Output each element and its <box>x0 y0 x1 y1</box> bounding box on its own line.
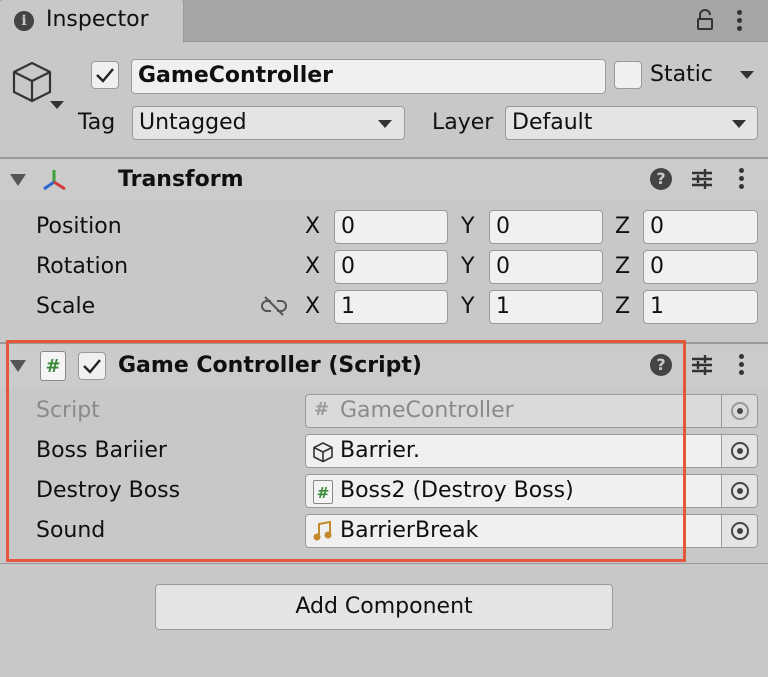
object-name: GameController <box>138 63 334 88</box>
tab-inspector[interactable]: i Inspector <box>0 0 184 43</box>
position-z-field[interactable]: 0 <box>643 210 758 244</box>
layer-value: Default <box>512 110 593 135</box>
tag-label: Tag <box>78 110 116 135</box>
rotation-x-axis[interactable]: X <box>305 254 320 279</box>
static-label: Static <box>650 62 713 87</box>
rotation-z-axis[interactable]: Z <box>615 254 630 279</box>
rotation-label: Rotation <box>36 254 129 279</box>
position-x-axis[interactable]: X <box>305 214 320 239</box>
presets-icon[interactable] <box>690 353 714 377</box>
transform-icon <box>40 167 68 195</box>
rotation-y-axis[interactable]: Y <box>461 254 474 279</box>
object-picker-icon[interactable] <box>721 515 757 547</box>
lock-icon[interactable] <box>696 9 714 31</box>
scale-z-field[interactable]: 1 <box>643 290 758 324</box>
rotation-z-value: 0 <box>650 254 664 279</box>
object-name-field[interactable]: GameController <box>131 59 606 94</box>
scale-x-value: 1 <box>341 294 355 319</box>
scale-x-axis[interactable]: X <box>305 294 320 319</box>
static-checkbox[interactable] <box>614 61 642 89</box>
transform-header[interactable]: Transform ? <box>0 159 768 201</box>
tab-title: Inspector <box>46 7 149 32</box>
scale-y-axis[interactable]: Y <box>461 294 474 319</box>
info-icon: i <box>14 11 34 31</box>
scale-z-value: 1 <box>650 294 664 319</box>
component-menu-icon[interactable] <box>739 354 745 378</box>
rotation-y-value: 0 <box>496 254 510 279</box>
layer-label: Layer <box>432 110 494 135</box>
chevron-down-icon <box>378 120 392 128</box>
chevron-down-icon <box>732 120 746 128</box>
presets-icon[interactable] <box>690 167 714 191</box>
position-x-field[interactable]: 0 <box>334 210 448 244</box>
object-picker-icon[interactable] <box>721 475 757 507</box>
position-x-value: 0 <box>341 214 355 239</box>
scale-x-field[interactable]: 1 <box>334 290 448 324</box>
position-z-value: 0 <box>650 214 664 239</box>
add-component-button[interactable]: Add Component <box>155 584 613 630</box>
tag-value: Untagged <box>139 110 247 135</box>
scale-z-axis[interactable]: Z <box>615 294 630 319</box>
scale-y-value: 1 <box>496 294 510 319</box>
help-icon[interactable]: ? <box>650 168 672 190</box>
active-checkbox[interactable] <box>91 61 119 89</box>
object-picker-icon[interactable] <box>721 435 757 467</box>
position-y-axis[interactable]: Y <box>461 214 474 239</box>
foldout-arrow-icon[interactable] <box>10 174 26 186</box>
position-z-axis[interactable]: Z <box>615 214 630 239</box>
rotation-z-field[interactable]: 0 <box>643 250 758 284</box>
gameobject-icon <box>10 60 54 104</box>
position-y-value: 0 <box>496 214 510 239</box>
unlinked-scale-icon[interactable] <box>261 295 287 317</box>
component-menu-icon[interactable] <box>739 168 745 192</box>
rotation-x-field[interactable]: 0 <box>334 250 448 284</box>
highlight-box <box>6 340 686 562</box>
scale-label: Scale <box>36 294 96 319</box>
object-picker-icon <box>721 395 757 427</box>
scale-y-field[interactable]: 1 <box>489 290 603 324</box>
divider <box>0 563 768 564</box>
position-y-field[interactable]: 0 <box>489 210 603 244</box>
tag-dropdown[interactable]: Untagged <box>132 106 405 140</box>
position-label: Position <box>36 214 122 239</box>
static-dropdown-caret[interactable] <box>740 71 754 79</box>
tab-menu-icon[interactable] <box>737 10 743 34</box>
rotation-x-value: 0 <box>341 254 355 279</box>
layer-dropdown[interactable]: Default <box>505 106 758 140</box>
transform-title: Transform <box>118 167 244 192</box>
rotation-y-field[interactable]: 0 <box>489 250 603 284</box>
